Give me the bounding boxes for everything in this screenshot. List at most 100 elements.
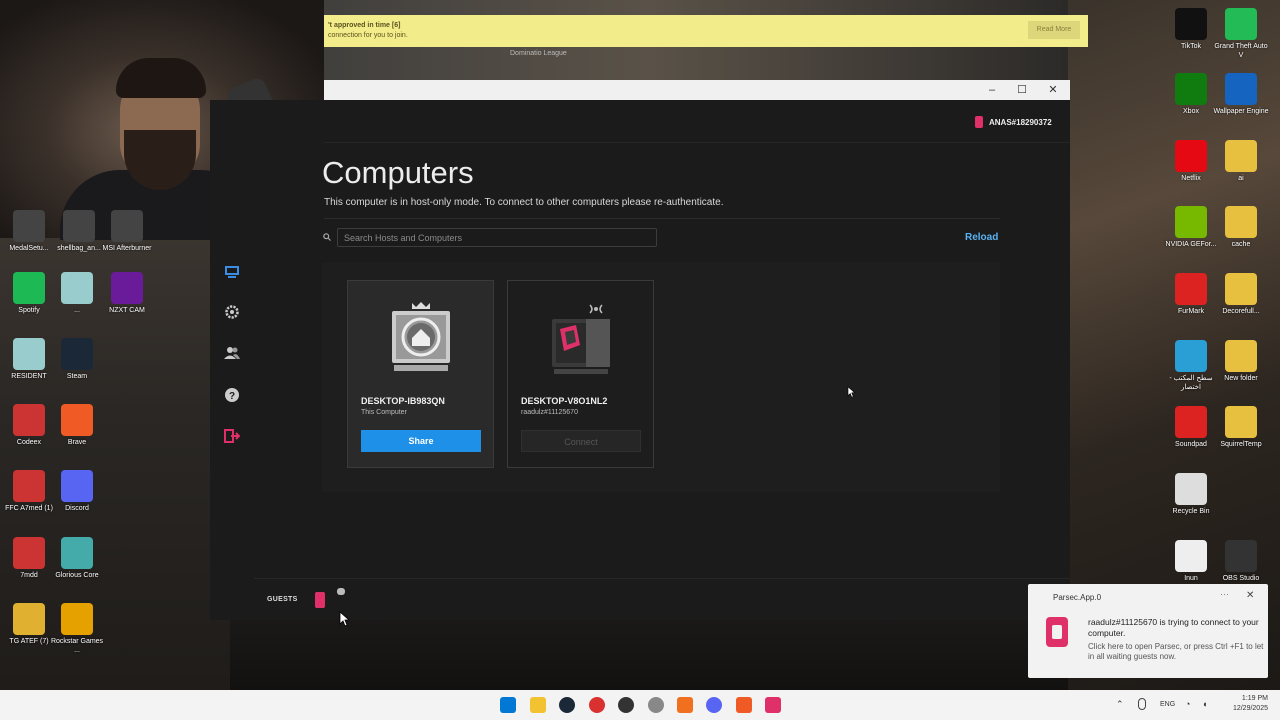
app-icon [1225, 273, 1257, 305]
close-button[interactable]: ✕ [1038, 80, 1068, 100]
desktop-shortcut[interactable]: Recycle Bin [1162, 473, 1220, 516]
app-icon [1175, 206, 1207, 238]
tray-chevron-icon[interactable]: ⌃ [1116, 699, 1124, 710]
reload-button[interactable]: Reload [965, 232, 998, 243]
app-icon [61, 537, 93, 569]
app-icon [1175, 140, 1207, 172]
clock-time[interactable]: 1:19 PM [1222, 695, 1268, 702]
divider [324, 142, 1070, 143]
desktop-shortcut[interactable]: Grand Theft Auto V [1212, 8, 1270, 60]
desktop-shortcut[interactable]: SquirrelTemp [1212, 406, 1270, 449]
parsec-toast-notification[interactable]: Parsec.App.0 ··· ✕ raadulz#11125670 is t… [1028, 584, 1268, 678]
shortcut-label: Glorious Core [55, 572, 99, 579]
shortcut-label: SquirrelTemp [1220, 441, 1262, 448]
desktop-shortcut[interactable]: Wallpaper Engine [1212, 73, 1270, 116]
app-orange-icon[interactable] [677, 697, 693, 713]
search-input[interactable] [337, 228, 657, 247]
toast-close-button[interactable]: ✕ [1246, 590, 1254, 601]
page-subtitle: This computer is in host-only mode. To c… [324, 197, 724, 208]
network-icon[interactable]: ◔ [1185, 699, 1190, 709]
settings-gear-icon[interactable] [222, 302, 242, 322]
account-badge[interactable]: ANAS#18290372 [975, 116, 1052, 128]
app-icon [1175, 540, 1207, 572]
friends-icon[interactable] [222, 343, 242, 363]
volume-icon[interactable]: ◖ [1202, 699, 1207, 709]
toast-hint: Click here to open Parsec, or press Ctrl… [1088, 642, 1264, 661]
shortcut-label: NZXT CAM [109, 307, 145, 314]
app-icon [1175, 473, 1207, 505]
guest-parsec-icon[interactable] [315, 592, 325, 608]
file-explorer-icon[interactable] [530, 697, 546, 713]
language-indicator[interactable]: ENG [1160, 701, 1175, 708]
search-icon [323, 233, 331, 243]
desktop-shortcut[interactable]: Steam [48, 338, 106, 381]
desktop-shortcut[interactable]: Rockstar Games ... [48, 603, 106, 655]
toast-message: raadulz#11125670 is trying to connect to… [1088, 617, 1259, 638]
connect-button[interactable]: Connect [521, 430, 641, 452]
desktop-wallpaper-bottom [230, 620, 1068, 690]
app-dark-icon[interactable] [618, 697, 634, 713]
guests-label: GUESTS [267, 596, 298, 603]
app-icon [1225, 406, 1257, 438]
app-icon [1225, 206, 1257, 238]
app-icon [1175, 340, 1207, 372]
shortcut-label: OBS Studio [1222, 575, 1260, 582]
desktop-shortcut[interactable]: Brave [48, 404, 106, 447]
start-icon[interactable] [500, 697, 516, 713]
desktop-shortcut[interactable]: Glorious Core [48, 537, 106, 580]
app-icon [13, 404, 45, 436]
parsec-logo-icon [975, 116, 983, 128]
computer-subtitle: raadulz#11125670 [521, 409, 578, 416]
help-icon[interactable]: ? [222, 385, 242, 405]
microphone-icon[interactable] [1138, 698, 1146, 710]
shortcut-label: ai [1238, 175, 1244, 182]
brave-icon[interactable] [736, 697, 752, 713]
shortcut-label: MSI Afterburner [102, 245, 152, 252]
share-button[interactable]: Share [361, 430, 481, 452]
desktop-shortcut[interactable]: ai [1212, 140, 1270, 183]
more-options-icon[interactable]: ··· [1220, 589, 1229, 599]
maximize-button[interactable]: ☐ [1007, 80, 1037, 100]
app-icon [1175, 73, 1207, 105]
app-icon [13, 272, 45, 304]
desktop-shortcut[interactable]: Decorefull... [1212, 273, 1270, 316]
shortcut-label: Brave [67, 439, 87, 446]
desktop-shortcut[interactable]: Discord [48, 470, 106, 513]
toast-app-name: Parsec.App.0 [1053, 593, 1102, 602]
desktop-shortcut[interactable]: OBS Studio [1212, 540, 1270, 583]
logout-icon[interactable] [222, 426, 242, 446]
settings-icon[interactable] [648, 697, 664, 713]
clock-date[interactable]: 12/29/2025 [1222, 705, 1268, 712]
app-icon [61, 470, 93, 502]
desktop-shortcut[interactable]: MSI Afterburner [98, 210, 156, 253]
computer-name: DESKTOP-IB983QN [361, 396, 445, 406]
discord-icon[interactable] [706, 697, 722, 713]
app-icon [111, 210, 143, 242]
minimize-button[interactable]: – [977, 80, 1007, 100]
page-title: Computers [322, 155, 474, 190]
host-monitor-icon [390, 301, 452, 381]
computer-card[interactable]: DESKTOP-IB983QN This Computer Share [347, 280, 494, 468]
gamepad-icon [337, 588, 345, 595]
computer-subtitle: This Computer [361, 409, 407, 416]
shortcut-label: Grand Theft Auto V [1214, 43, 1268, 59]
remote-monitor-icon [550, 301, 612, 381]
shortcut-label: Decorefull... [1222, 308, 1260, 315]
computer-card[interactable]: DESKTOP-V8O1NL2 raadulz#11125670 Connect [507, 280, 654, 468]
parsec-icon[interactable] [765, 697, 781, 713]
app-red-icon[interactable] [589, 697, 605, 713]
desktop-shortcut[interactable]: New folder [1212, 340, 1270, 383]
app-icon [13, 338, 45, 370]
shortcut-label: cache [1231, 241, 1251, 248]
app-icon [1225, 73, 1257, 105]
desktop-shortcut[interactable]: cache [1212, 206, 1270, 249]
app-icon [1225, 540, 1257, 572]
app-icon [61, 338, 93, 370]
computers-nav-icon[interactable] [222, 262, 242, 282]
shortcut-label: Recycle Bin [1172, 508, 1210, 515]
steam-icon[interactable] [559, 697, 575, 713]
window-titlebar: – ☐ ✕ [324, 80, 1070, 100]
read-more-button[interactable]: Read More [1028, 21, 1080, 39]
desktop-shortcut[interactable]: NZXT CAM [98, 272, 156, 315]
app-icon [13, 210, 45, 242]
